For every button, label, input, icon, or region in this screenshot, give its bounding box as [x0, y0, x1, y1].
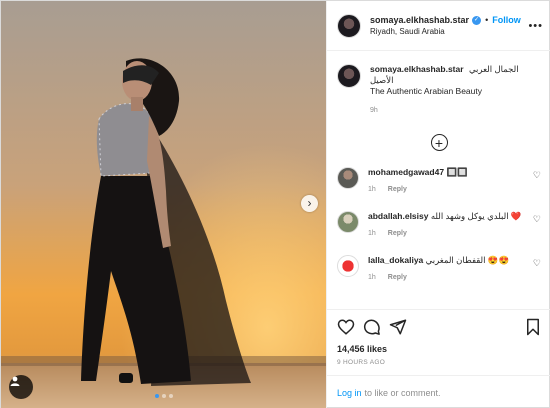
carousel-dot [168, 394, 173, 398]
comment-username[interactable]: mohamedgawad47 [368, 167, 444, 177]
plus-circle-icon[interactable]: + [430, 134, 448, 151]
comment-time: 1h [368, 186, 376, 193]
like-comment-heart-icon[interactable]: ♡ [533, 214, 541, 225]
bookmark-icon[interactable] [525, 318, 541, 336]
caption-avatar[interactable] [337, 64, 361, 88]
reply-button[interactable]: Reply [388, 184, 407, 195]
share-icon[interactable] [389, 318, 407, 336]
login-prompt: Log in to like or comment. [327, 375, 550, 408]
post-actions: 14,456 likes 9 HOURS AGO [327, 309, 550, 366]
next-photo-button[interactable]: › [301, 195, 318, 212]
photo-scene [1, 1, 326, 408]
comment-item: mohamedgawad47 🔲🔲 1h Reply ♡ [337, 167, 541, 195]
comment-text: 🔲🔲 [446, 167, 468, 177]
like-comment-heart-icon[interactable]: ♡ [533, 258, 541, 269]
heart-icon[interactable] [337, 318, 355, 336]
comment-icon[interactable] [363, 318, 381, 336]
post-header: somaya.elkhashab.star ✓ • Follow Riyadh,… [327, 1, 550, 51]
user-tag-icon [10, 376, 20, 386]
comment-text: القفطان المغربي 😍😍 [425, 255, 510, 265]
author-username[interactable]: somaya.elkhashab.star [370, 15, 469, 25]
post-sidebar: somaya.elkhashab.star ✓ • Follow Riyadh,… [326, 1, 550, 408]
comment-username[interactable]: abdallah.elsisy [368, 211, 428, 221]
caption-line: الجمال العربي [468, 64, 519, 74]
carousel-indicator [1, 394, 326, 398]
author-avatar[interactable] [337, 13, 361, 38]
comment-item: abdallah.elsisy البلدي يوكل وشهد الله ❤️… [337, 211, 541, 239]
reply-button[interactable]: Reply [388, 228, 407, 239]
comment-username[interactable]: lalla_dokaliya [368, 255, 423, 265]
comment-time: 1h [368, 274, 376, 281]
follow-button[interactable]: Follow [492, 15, 521, 25]
login-prompt-text: to like or comment. [364, 387, 441, 398]
login-link[interactable]: Log in [337, 388, 362, 398]
reply-button[interactable]: Reply [388, 272, 407, 283]
comment-time: 1h [368, 230, 376, 237]
comment-avatar[interactable] [337, 167, 359, 189]
comment-item: lalla_dokaliya القفطان المغربي 😍😍 1h Rep… [337, 255, 541, 283]
caption-username[interactable]: somaya.elkhashab.star [370, 64, 464, 74]
like-comment-heart-icon[interactable]: ♡ [533, 170, 541, 181]
separator-bullet: • [485, 15, 489, 25]
post-photo[interactable]: › [1, 1, 326, 408]
verified-badge-icon: ✓ [472, 15, 482, 25]
comment-avatar[interactable] [337, 211, 359, 233]
carousel-dot [154, 394, 159, 398]
post-caption: somaya.elkhashab.star الجمال العربي الأص… [337, 64, 541, 116]
caption-line: الأصيل [370, 75, 394, 85]
carousel-dot [161, 394, 166, 398]
post-timestamp[interactable]: 9 HOURS AGO [337, 359, 541, 366]
comment-text: البلدي يوكل وشهد الله ❤️ [430, 211, 522, 221]
comments-section: somaya.elkhashab.star الجمال العربي الأص… [327, 52, 550, 309]
load-more-comments[interactable]: + [337, 134, 541, 151]
caption-line: The Authentic Arabian Beauty [370, 86, 482, 96]
comment-avatar[interactable] [337, 255, 359, 277]
likes-count[interactable]: 14,456 likes [337, 344, 541, 354]
post-location[interactable]: Riyadh, Saudi Arabia [370, 27, 521, 36]
more-dots-icon[interactable]: ••• [528, 20, 543, 32]
caption-time: 9h [370, 107, 378, 114]
post-dialog: › somaya.elkhashab.star ✓ • Follow Riyad… [0, 0, 550, 408]
